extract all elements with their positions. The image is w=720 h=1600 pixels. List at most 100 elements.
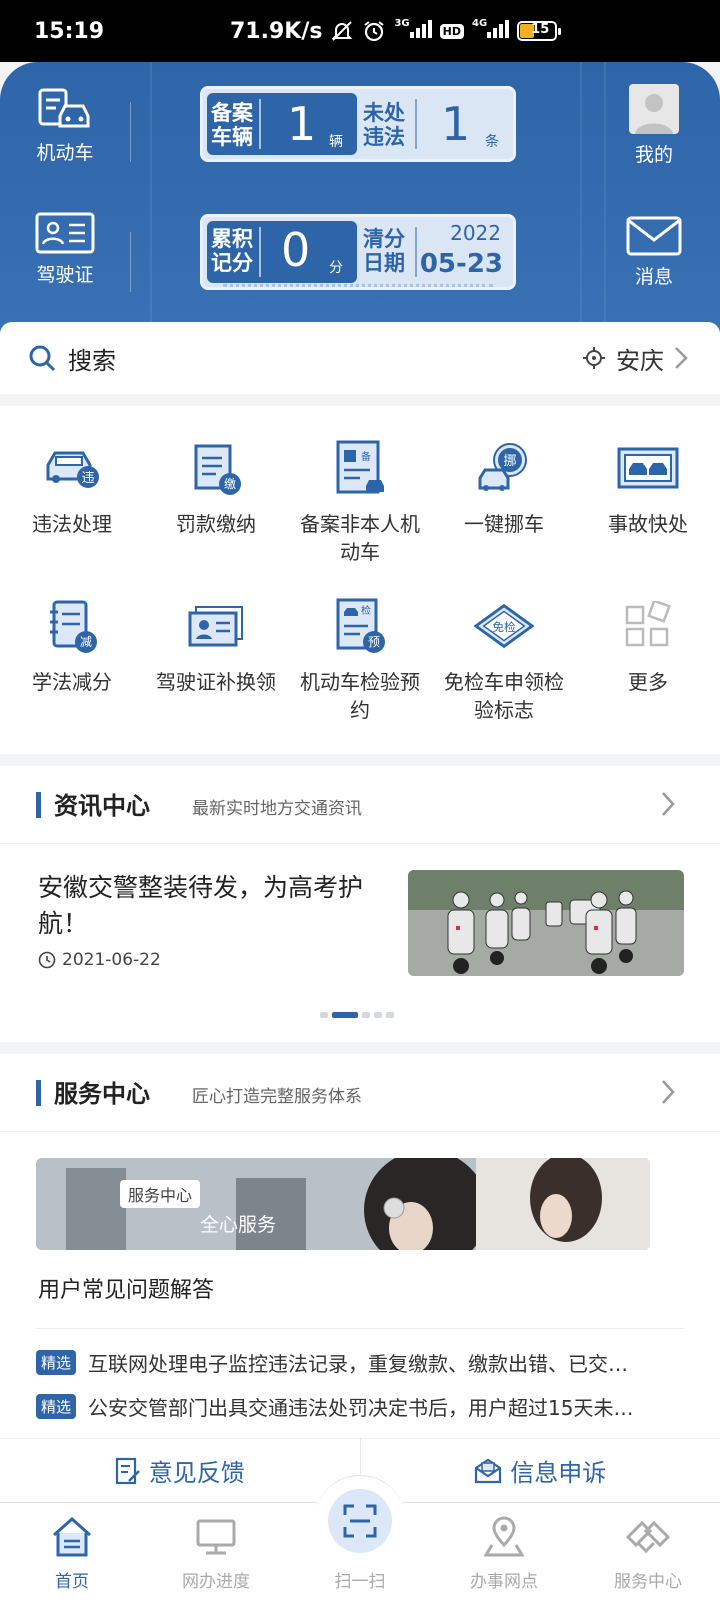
svg-text:挪: 挪 xyxy=(503,454,516,469)
motorcycle-police-image xyxy=(408,870,684,976)
service-banner[interactable]: 服务中心 全心服务 xyxy=(36,1158,650,1250)
signal-3g: 3G xyxy=(394,18,432,44)
grid-item-exempt[interactable]: 免检 免检车申领检验标志 xyxy=(432,594,576,724)
grid-item-move-car[interactable]: 挪 一键挪车 xyxy=(432,436,576,538)
banner-tag: 服务中心 xyxy=(120,1180,201,1208)
messages-entry[interactable]: 消息 xyxy=(612,216,696,289)
clear-year: 2022 xyxy=(450,221,501,245)
tab-progress[interactable]: 网办进度 xyxy=(144,1503,288,1600)
messages-label: 消息 xyxy=(634,266,673,288)
accident-icon xyxy=(617,447,679,489)
status-bar: 15:19 71.9K/s 3G HD 4G 15 xyxy=(0,0,720,62)
move-car-icon: 挪 xyxy=(478,443,527,491)
tab-service-center[interactable]: 服务中心 xyxy=(576,1503,720,1600)
svg-text:减: 减 xyxy=(80,635,92,649)
grid-item-study[interactable]: 减 学法减分 xyxy=(0,594,144,696)
tab-scan[interactable]: 扫一扫 xyxy=(288,1489,432,1600)
service-center-section: 服务中心 匠心打造完整服务体系 服务中心 全心服务 用户常见问题解答 精选 互联… xyxy=(0,1054,720,1494)
grid-item-more[interactable]: 更多 xyxy=(576,594,720,696)
appeal-button[interactable]: 信息申诉 xyxy=(361,1439,720,1502)
clear-date: 05-23 xyxy=(419,249,503,279)
search-bar[interactable]: 搜索 安庆 xyxy=(0,322,720,394)
handshake-icon xyxy=(625,1520,671,1554)
chevron-right-icon xyxy=(662,792,675,816)
grid-item-violation[interactable]: 违 违法处理 xyxy=(0,436,144,538)
news-subtitle: 最新实时地方交通资讯 xyxy=(192,799,362,819)
envelope-icon xyxy=(626,216,682,256)
exempt-sticker-icon: 免检 xyxy=(473,603,535,649)
faq-item[interactable]: 精选 互联网处理电子监控违法记录，重复缴款、缴款出错、已交… xyxy=(36,1348,686,1377)
vehicle-label: 机动车 xyxy=(36,142,94,164)
news-section: 资讯中心 最新实时地方交通资讯 安徽交警整装待发，为高考护航！ 2021-06-… xyxy=(0,766,720,1042)
bottom-tab-bar: 首页 网办进度 扫一扫 办事网点 服务中心 xyxy=(0,1475,720,1600)
svg-text:备: 备 xyxy=(361,450,371,463)
city-selector[interactable]: 安庆 xyxy=(582,322,688,394)
points-value: 0 xyxy=(281,223,311,277)
scan-icon xyxy=(343,1504,377,1538)
profile-entry[interactable]: 我的 xyxy=(612,84,696,167)
register-vehicle-icon: 备 xyxy=(336,440,384,494)
network-speed: 71.9K/s xyxy=(230,18,323,44)
study-deduct-icon: 减 xyxy=(50,600,97,653)
svg-text:违: 违 xyxy=(81,471,94,486)
city-name: 安庆 xyxy=(616,346,664,375)
banner-slogan: 全心服务 xyxy=(200,1214,277,1236)
license-entry[interactable]: 驾驶证 xyxy=(22,212,108,287)
featured-badge: 精选 xyxy=(36,1394,77,1419)
service-grid: 违 违法处理 缴 罚款缴纳 备 备案非本人机动车 挪 一键挪车 事故快处 减 学… xyxy=(0,406,720,754)
more-grid-icon xyxy=(625,601,671,647)
license-summary-card[interactable]: 累积 记分 0 分 清分 日期 2022 05-23 xyxy=(200,214,516,290)
grid-item-license-replace[interactable]: 驾驶证补换领 xyxy=(144,594,288,696)
featured-badge: 精选 xyxy=(36,1350,77,1375)
service-header[interactable]: 服务中心 匠心打造完整服务体系 xyxy=(0,1054,720,1132)
registered-vehicle-count: 1 xyxy=(287,97,317,151)
id-card-icon xyxy=(35,212,95,254)
news-headline[interactable]: 安徽交警整装待发，为高考护航！ xyxy=(38,870,388,942)
profile-label: 我的 xyxy=(634,144,673,166)
news-photo[interactable] xyxy=(408,870,684,976)
clock-icon xyxy=(38,951,56,969)
signal-4g: 4G xyxy=(472,18,510,44)
faq-item[interactable]: 精选 公安交管部门出具交通违法处罚决定书后，用户超过15天未… xyxy=(36,1392,686,1421)
svg-text:缴: 缴 xyxy=(224,476,236,491)
grid-item-register[interactable]: 备 备案非本人机动车 xyxy=(288,436,432,566)
fine-payment-icon: 缴 xyxy=(194,444,241,495)
news-title: 资讯中心 xyxy=(54,792,150,820)
news-date: 2021-06-22 xyxy=(38,950,161,970)
alarm-icon xyxy=(364,21,385,42)
home-icon xyxy=(53,1516,91,1557)
license-label: 驾驶证 xyxy=(36,264,94,286)
search-placeholder: 搜索 xyxy=(68,346,116,375)
news-pager xyxy=(320,1012,394,1018)
grid-item-fine[interactable]: 缴 罚款缴纳 xyxy=(144,436,288,538)
service-subtitle: 匠心打造完整服务体系 xyxy=(192,1087,362,1107)
faq-title: 用户常见问题解答 xyxy=(38,1278,215,1303)
grid-item-inspection[interactable]: 检预 机动车检验预约 xyxy=(288,594,432,724)
grid-item-accident[interactable]: 事故快处 xyxy=(576,436,720,538)
battery-icon: 15 xyxy=(517,21,562,41)
status-icons: 71.9K/s 3G HD 4G 15 xyxy=(230,0,562,62)
location-target-icon xyxy=(583,347,605,369)
tab-service-points[interactable]: 办事网点 xyxy=(432,1503,576,1600)
vehicle-icon xyxy=(38,88,90,128)
news-header[interactable]: 资讯中心 最新实时地方交通资讯 xyxy=(0,766,720,844)
feedback-button[interactable]: 意见反馈 xyxy=(0,1439,360,1502)
svg-text:免检: 免检 xyxy=(492,620,516,634)
license-replace-icon xyxy=(188,606,243,647)
mail-open-icon xyxy=(475,1458,502,1483)
inspection-appointment-icon: 检预 xyxy=(336,598,385,653)
violation-count: 1 xyxy=(441,97,471,151)
avatar xyxy=(629,84,679,134)
vehicle-summary-card[interactable]: 备案 车辆 1 辆 未处 违法 1 条 xyxy=(200,86,516,162)
car-violation-icon: 违 xyxy=(46,451,99,488)
svg-text:检: 检 xyxy=(361,604,371,617)
map-pin-icon xyxy=(483,1516,525,1557)
tab-home[interactable]: 首页 xyxy=(0,1503,144,1600)
svg-text:预: 预 xyxy=(368,635,380,649)
mute-bell-icon xyxy=(332,21,353,41)
header-panel: 机动车 驾驶证 备案 车辆 1 辆 未处 违法 1 条 累积 记分 0 分 清分 日期 … xyxy=(0,62,720,332)
service-title: 服务中心 xyxy=(54,1080,150,1108)
hd-badge: HD xyxy=(439,23,464,39)
vehicle-entry[interactable]: 机动车 xyxy=(22,86,108,165)
search-icon xyxy=(29,345,56,372)
